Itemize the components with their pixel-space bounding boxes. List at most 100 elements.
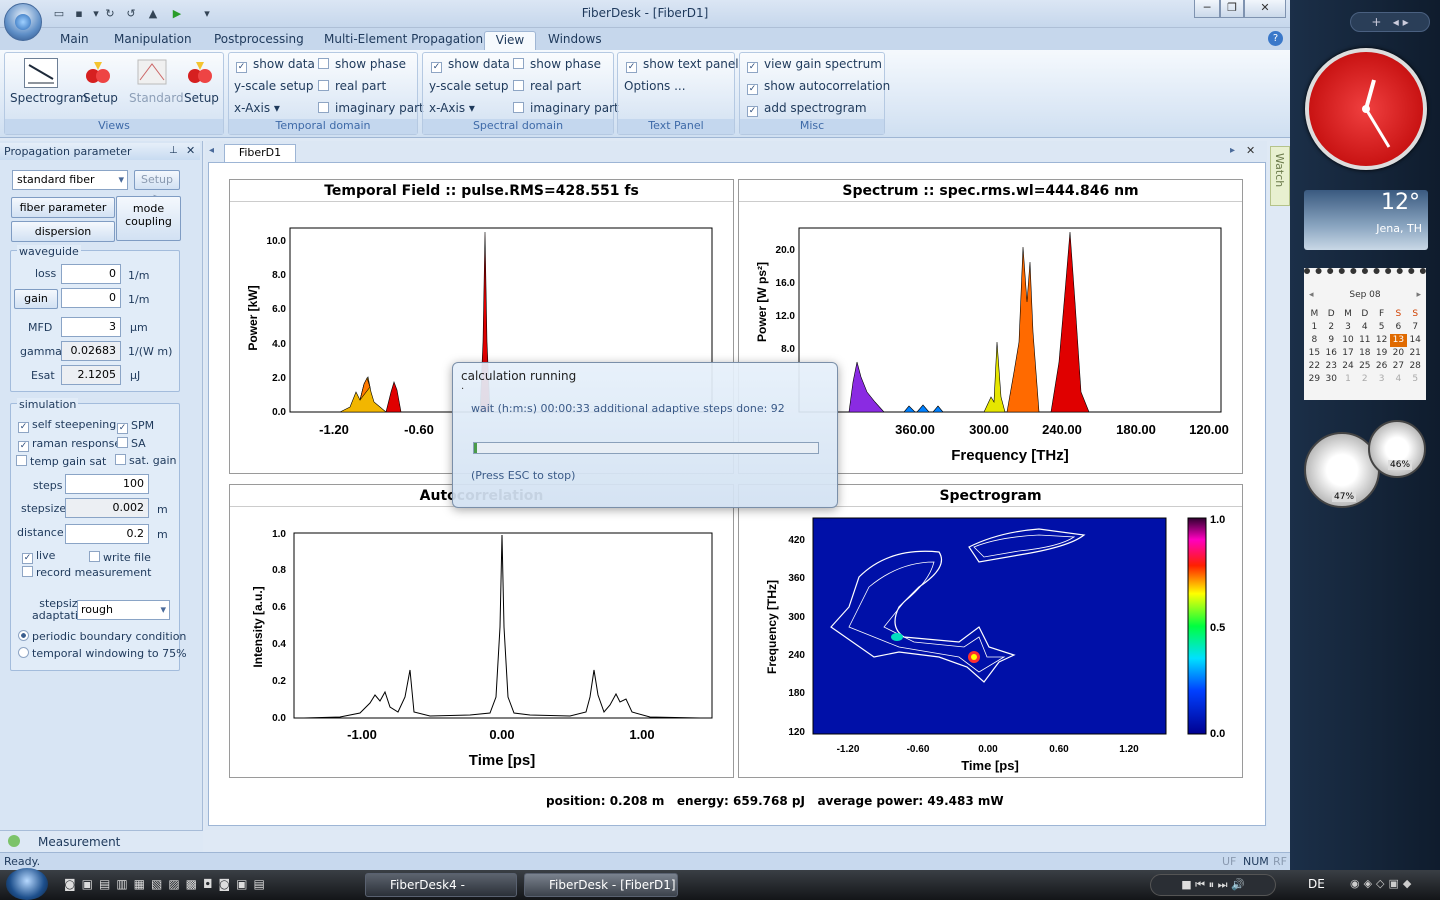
calendar-day[interactable]: 26: [1373, 360, 1390, 373]
tab-postprocessing[interactable]: Postprocessing: [206, 31, 312, 50]
checkbox-icon[interactable]: ✓: [747, 62, 758, 73]
text-panel-options-button[interactable]: Options ...: [624, 79, 686, 93]
calendar-day[interactable]: 6: [1390, 321, 1407, 334]
spectral-xaxis-dropdown[interactable]: x-Axis ▾: [429, 101, 475, 115]
tab-manipulation[interactable]: Manipulation: [106, 31, 200, 50]
calendar-day[interactable]: 5: [1373, 321, 1390, 334]
measurement-tab[interactable]: Measurement: [0, 830, 203, 852]
temp-gain-sat-checkbox[interactable]: temp gain sat: [16, 455, 106, 468]
calendar-day[interactable]: 21: [1407, 347, 1424, 360]
sat-gain-checkbox[interactable]: sat. gain: [115, 454, 177, 467]
calendar-day[interactable]: 19: [1373, 347, 1390, 360]
calendar-day[interactable]: 22: [1306, 360, 1323, 373]
tab-scroll-left-icon[interactable]: ◂: [209, 145, 214, 156]
calendar-day[interactable]: 27: [1390, 360, 1407, 373]
checkbox-icon[interactable]: ✓: [747, 106, 758, 117]
calendar-day[interactable]: 2: [1323, 321, 1340, 334]
quick-launch[interactable]: ◙▣▤▥▦▧▨▩◘◙▣▤: [64, 877, 334, 895]
show-autocorrelation[interactable]: ✓ show autocorrelation: [747, 79, 890, 95]
temporal-show-phase[interactable]: show phase: [318, 57, 406, 71]
self-steepening-checkbox[interactable]: ✓ self steepening: [18, 418, 116, 433]
calendar-day[interactable]: 3: [1373, 373, 1390, 386]
calendar-day[interactable]: 4: [1390, 373, 1407, 386]
minimize-button[interactable]: ─: [1194, 0, 1220, 18]
calendar-day[interactable]: 29: [1306, 373, 1323, 386]
sa-checkbox[interactable]: SA: [117, 437, 146, 450]
setup-icon-2[interactable]: [186, 58, 214, 86]
periodic-boundary-radio[interactable]: periodic boundary condition: [18, 630, 186, 643]
checkbox-icon[interactable]: ✓: [18, 441, 29, 452]
setup-icon[interactable]: [84, 58, 112, 86]
checkbox-icon[interactable]: [318, 102, 329, 113]
tab-multi-element[interactable]: Multi-Element Propagation: [316, 31, 491, 50]
calendar-day[interactable]: 10: [1340, 334, 1357, 347]
panel-close-icon[interactable]: ✕: [186, 144, 195, 157]
mode-coupling-button[interactable]: mode coupling: [116, 196, 181, 241]
checkbox-icon[interactable]: [117, 437, 128, 448]
start-button[interactable]: [6, 868, 48, 900]
checkbox-icon[interactable]: [16, 455, 27, 466]
live-checkbox[interactable]: ✓ live: [22, 549, 55, 564]
reset-icon[interactable]: ↺: [124, 7, 138, 21]
calendar-day[interactable]: 30: [1323, 373, 1340, 386]
calendar-day[interactable]: 1: [1306, 321, 1323, 334]
checkbox-icon[interactable]: [513, 102, 524, 113]
sidebar-controls[interactable]: + ◂ ▸: [1350, 12, 1430, 32]
chart-icon[interactable]: ▲: [146, 7, 160, 21]
checkbox-icon[interactable]: ✓: [18, 422, 29, 433]
distance-input[interactable]: 0.2: [65, 524, 149, 544]
checkbox-icon[interactable]: ✓: [236, 62, 247, 73]
tab-windows[interactable]: Windows: [540, 31, 610, 50]
close-button[interactable]: ✕: [1244, 0, 1286, 18]
show-text-panel[interactable]: ✓ show text panel: [626, 57, 739, 73]
calendar-day[interactable]: 14: [1407, 334, 1424, 347]
radio-icon[interactable]: [18, 630, 29, 641]
media-controls[interactable]: ■ ⏮ ⏸ ⏭ 🔊: [1150, 874, 1276, 896]
language-indicator[interactable]: DE: [1308, 877, 1325, 891]
spectrogram-button[interactable]: Spectrogram: [10, 91, 88, 105]
steps-input[interactable]: 100: [65, 474, 149, 494]
calendar-day[interactable]: 4: [1356, 321, 1373, 334]
open-icon[interactable]: ▭: [52, 7, 66, 21]
tab-view[interactable]: View: [484, 31, 536, 50]
checkbox-icon[interactable]: [513, 80, 524, 91]
checkbox-icon[interactable]: ✓: [431, 62, 442, 73]
calendar-day[interactable]: 23: [1323, 360, 1340, 373]
radio-icon[interactable]: [18, 647, 29, 658]
temporal-windowing-radio[interactable]: temporal windowing to 75%: [18, 647, 187, 660]
checkbox-icon[interactable]: [318, 80, 329, 91]
gain-button[interactable]: gain: [14, 289, 58, 309]
calendar-day[interactable]: 12: [1373, 334, 1390, 347]
checkbox-icon[interactable]: ✓: [747, 84, 758, 95]
spectral-show-data[interactable]: ✓ show data: [431, 57, 510, 73]
watch-tab[interactable]: Watch: [1270, 146, 1290, 206]
setup-button-2[interactable]: Setup: [184, 91, 219, 105]
tab-main[interactable]: Main: [52, 31, 97, 50]
save-icon[interactable]: ▪: [72, 7, 86, 21]
calendar-day[interactable]: 20: [1390, 347, 1407, 360]
refresh-icon[interactable]: ↻: [103, 7, 117, 21]
view-gain-spectrum[interactable]: ✓ view gain spectrum: [747, 57, 882, 73]
checkbox-icon[interactable]: ✓: [626, 62, 637, 73]
fiber-parameter-button[interactable]: fiber parameter: [11, 197, 115, 218]
calendar-day[interactable]: 7: [1407, 321, 1424, 334]
calendar-day[interactable]: 1: [1340, 373, 1357, 386]
calendar-day[interactable]: 15: [1306, 347, 1323, 360]
calendar-day[interactable]: 17: [1340, 347, 1357, 360]
raman-checkbox[interactable]: ✓ raman response: [18, 437, 121, 452]
taskbar-item-fiberdesk[interactable]: FiberDesk - [FiberD1]: [524, 873, 678, 897]
mfd-input[interactable]: 3: [61, 317, 121, 337]
help-icon[interactable]: ?: [1268, 31, 1283, 46]
fiber-type-select[interactable]: standard fiber ▾: [12, 170, 128, 190]
temporal-real-part[interactable]: real part: [318, 79, 386, 93]
calendar-day[interactable]: 11: [1356, 334, 1373, 347]
temporal-yscale-button[interactable]: y-scale setup: [234, 79, 314, 93]
calendar-day[interactable]: 2: [1356, 373, 1373, 386]
checkbox-icon[interactable]: ✓: [22, 553, 33, 564]
gain-input[interactable]: 0: [61, 288, 121, 308]
spm-checkbox[interactable]: ✓ SPM: [117, 419, 154, 434]
tab-scroll-right-icon[interactable]: ▸: [1230, 145, 1235, 156]
temporal-xaxis-dropdown[interactable]: x-Axis ▾: [234, 101, 280, 115]
checkbox-icon[interactable]: [22, 566, 33, 577]
dropdown-icon[interactable]: ▾: [89, 7, 103, 21]
